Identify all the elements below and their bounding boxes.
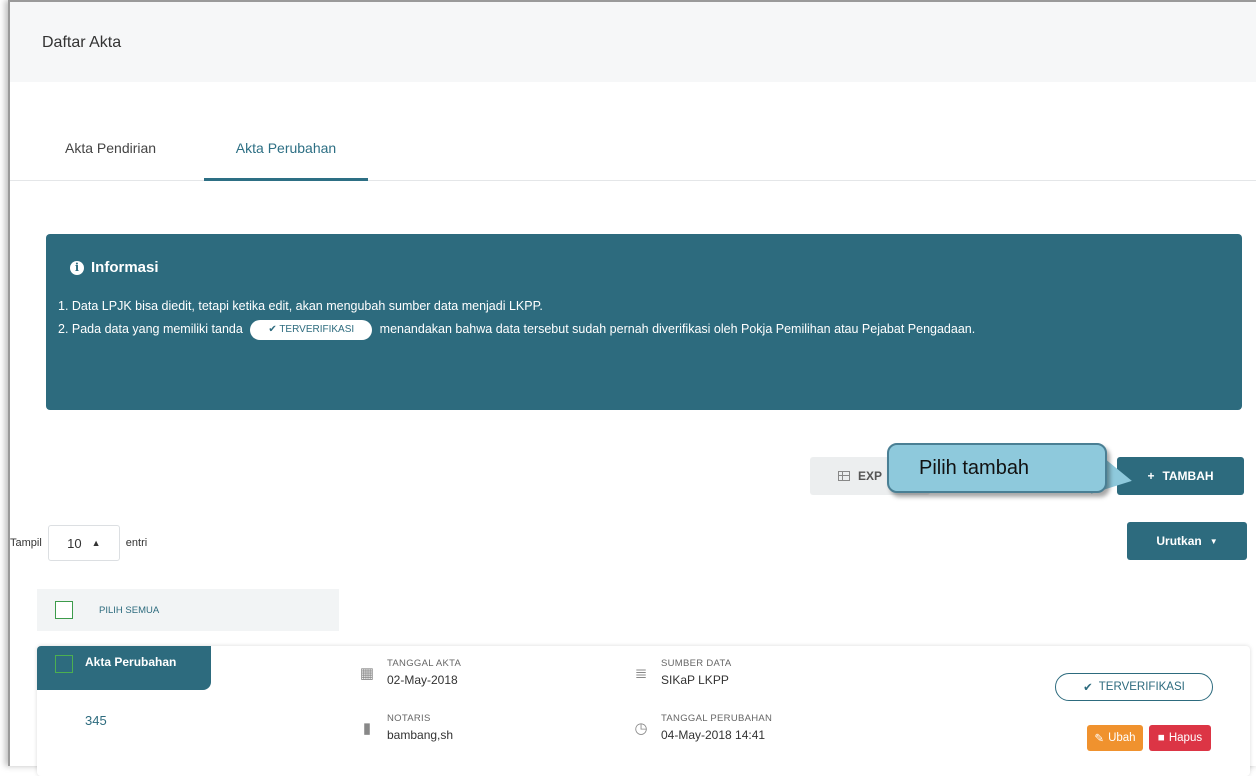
select-all-label: PILIH SEMUA (99, 604, 160, 616)
info-line-2-post: menandakan bahwa data tersebut sudah per… (379, 322, 976, 336)
info-title-text: Informasi (91, 259, 159, 276)
tab-akta-pendirian[interactable]: Akta Pendirian (65, 140, 156, 156)
tanggal-perubahan-field: ◷ TANGGAL PERUBAHAN 04-May-2018 14:41 (633, 713, 772, 742)
status-badge: ✔ TERVERIFIKASI (1055, 673, 1213, 701)
info-line-2: 2. Pada data yang memiliki tanda ✔ TERVE… (58, 318, 1208, 340)
tanggal-perubahan-label: TANGGAL PERUBAHAN (661, 713, 773, 724)
trash-icon: ■ (1157, 732, 1165, 744)
ubah-button-label: Ubah (1108, 732, 1136, 744)
entries-label: entri (125, 537, 148, 549)
info-title: i Informasi (70, 259, 159, 276)
verified-badge-example: ✔ TERVERIFIKASI (250, 320, 373, 340)
card-header: Akta Perubahan (37, 646, 211, 690)
tambah-button-label: TAMBAH (1162, 469, 1214, 483)
page-size-select[interactable]: 10 ▲ (47, 525, 120, 561)
notaris-field: ▮ NOTARIS bambang,sh (359, 713, 453, 742)
tanggal-akta-field: ▦ TANGGAL AKTA 02-May-2018 (359, 658, 461, 687)
app-window: Daftar Akta Akta Pendirian Akta Perubaha… (8, 0, 1256, 776)
hapus-button[interactable]: ■ Hapus (1149, 725, 1211, 751)
updown-icon: ▲ (91, 538, 101, 548)
sumber-data-value: SIKaP LKPP (661, 673, 729, 687)
plus-icon: + (1147, 469, 1155, 483)
tambah-button[interactable]: + TAMBAH (1117, 457, 1244, 495)
caret-down-icon: ▼ (1209, 536, 1218, 546)
card-type-label: Akta Perubahan (85, 655, 177, 669)
status-badge-label: TERVERIFIKASI (1098, 681, 1185, 693)
table-icon (838, 471, 850, 481)
tanggal-perubahan-value: 04-May-2018 14:41 (661, 728, 766, 742)
page-header: Daftar Akta (10, 2, 1256, 82)
sumber-data-field: ≣ SUMBER DATA SIKaP LKPP (633, 658, 732, 687)
akta-number[interactable]: 345 (85, 713, 107, 728)
page-title: Daftar Akta (42, 34, 122, 51)
page-size-control: Tampil 10 ▲ entri (10, 525, 147, 561)
urutkan-button[interactable]: Urutkan ▼ (1127, 522, 1247, 560)
ubah-button[interactable]: ✎ Ubah (1087, 725, 1143, 751)
check-icon: ✔ (1083, 682, 1093, 694)
tab-bar: Akta Pendirian Akta Perubahan (10, 122, 1256, 181)
urutkan-button-label: Urutkan (1156, 534, 1202, 548)
notaris-label: NOTARIS (387, 713, 431, 724)
calendar-icon: ▦ (359, 665, 375, 682)
info-line-1: 1. Data LPJK bisa diedit, tetapi ketika … (58, 299, 543, 313)
show-label: Tampil (10, 537, 42, 549)
info-panel: i Informasi 1. Data LPJK bisa diedit, te… (46, 234, 1242, 410)
page-size-value: 10 (67, 535, 82, 551)
tutorial-callout: Pilih tambah (887, 443, 1107, 493)
select-all-checkbox[interactable] (55, 601, 73, 619)
verified-badge-example-label: TERVERIFIKASI (279, 324, 355, 335)
hapus-button-label: Hapus (1168, 732, 1203, 744)
clock-icon: ◷ (634, 720, 648, 737)
edit-icon: ✎ (1094, 733, 1105, 745)
akta-card: Akta Perubahan 345 ▦ TANGGAL AKTA 02-May… (37, 646, 1250, 776)
select-all-row[interactable]: PILIH SEMUA (37, 589, 339, 631)
tanggal-akta-label: TANGGAL AKTA (387, 658, 462, 669)
info-icon: i (70, 260, 84, 275)
sumber-data-label: SUMBER DATA (661, 658, 732, 669)
row-checkbox[interactable] (55, 655, 73, 673)
check-icon: ✔ (268, 324, 277, 335)
tanggal-akta-value: 02-May-2018 (387, 673, 458, 687)
building-icon: ▮ (362, 720, 372, 737)
database-icon: ≣ (634, 665, 648, 682)
tab-akta-perubahan[interactable]: Akta Perubahan (204, 140, 368, 181)
export-button-label: EXP (858, 469, 883, 483)
notaris-value: bambang,sh (387, 728, 454, 742)
info-line-2-pre: 2. Pada data yang memiliki tanda (58, 322, 243, 336)
